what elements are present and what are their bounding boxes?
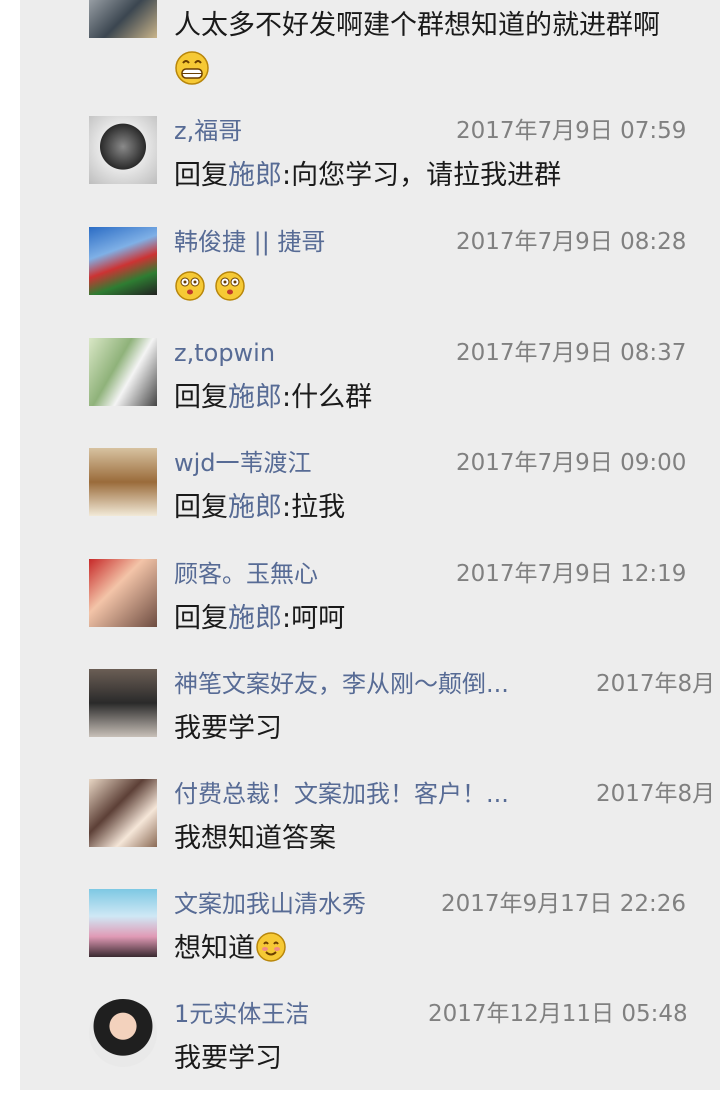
comment-text: 想知道 bbox=[174, 931, 287, 967]
comment-text: 我想知道答案 bbox=[174, 823, 336, 854]
comment-item: 神笔文案好友，李从刚～颠倒... 2017年8月 我要学习 bbox=[20, 669, 720, 779]
smile-emoji-icon bbox=[255, 931, 287, 963]
comment-time: 2017年7月9日 07:59 bbox=[456, 118, 687, 144]
dizzy-face-emoji-icon bbox=[174, 269, 254, 307]
mention-link[interactable]: 施郎 bbox=[228, 492, 282, 523]
avatar[interactable] bbox=[89, 0, 157, 38]
avatar[interactable] bbox=[89, 669, 157, 737]
mention-link[interactable]: 施郎 bbox=[228, 382, 282, 413]
comment-text: 人太多不好发啊建个群想知道的就进群啊 bbox=[174, 10, 660, 41]
avatar[interactable] bbox=[89, 779, 157, 847]
grin-emoji-icon bbox=[174, 50, 210, 90]
comment-text: 回复施郎:呵呵 bbox=[174, 603, 346, 634]
comment-item: 文案加我山清水秀 2017年9月17日 22:26 想知道 bbox=[20, 889, 720, 999]
comment-time: 2017年7月9日 09:00 bbox=[456, 450, 687, 476]
comment-item: 韩俊捷 || 捷哥 2017年7月9日 08:28 bbox=[20, 227, 720, 337]
comment-item: z,topwin 2017年7月9日 08:37 回复施郎:什么群 bbox=[20, 338, 720, 448]
mention-link[interactable]: 施郎 bbox=[228, 160, 282, 191]
comment-time: 2017年7月9日 08:37 bbox=[456, 340, 687, 366]
comment-time: 2017年7月9日 08:28 bbox=[456, 229, 687, 255]
comment-text: 回复施郎:拉我 bbox=[174, 492, 346, 523]
avatar[interactable] bbox=[89, 227, 157, 295]
commenter-name[interactable]: 付费总裁！文案加我！客户！... bbox=[174, 779, 554, 809]
avatar[interactable] bbox=[89, 338, 157, 406]
mention-link[interactable]: 施郎 bbox=[228, 603, 282, 634]
avatar[interactable] bbox=[89, 999, 157, 1067]
avatar[interactable] bbox=[89, 116, 157, 184]
comment-time: 2017年9月17日 22:26 bbox=[441, 891, 687, 917]
comment-text: 我要学习 bbox=[174, 1043, 282, 1074]
comment-time: 2017年12月11日 05:48 bbox=[428, 1001, 688, 1027]
comment-text: 我要学习 bbox=[174, 713, 282, 744]
comment-time: 2017年8月 bbox=[596, 781, 716, 807]
comment-item: 顾客。玉無心 2017年7月9日 12:19 回复施郎:呵呵 bbox=[20, 559, 720, 669]
comment-text: 回复施郎:向您学习，请拉我进群 bbox=[174, 160, 562, 191]
comment-item: z,福哥 2017年7月9日 07:59 回复施郎:向您学习，请拉我进群 bbox=[20, 116, 720, 226]
comment-item: 1元实体王洁 2017年12月11日 05:48 我要学习 bbox=[20, 999, 720, 1093]
comment-text: 回复施郎:什么群 bbox=[174, 382, 373, 413]
comment-time: 2017年7月9日 12:19 bbox=[456, 561, 687, 587]
comment-item: 付费总裁！文案加我！客户！... 2017年8月 我想知道答案 bbox=[20, 779, 720, 889]
avatar[interactable] bbox=[89, 559, 157, 627]
comment-item: wjd一苇渡江 2017年7月9日 09:00 回复施郎:拉我 bbox=[20, 448, 720, 558]
avatar[interactable] bbox=[89, 889, 157, 957]
comment-list: 人太多不好发啊建个群想知道的就进群啊 z,福哥 2017年7月9日 07:59 … bbox=[20, 0, 720, 1093]
comment-item: 人太多不好发啊建个群想知道的就进群啊 bbox=[20, 0, 720, 110]
comment-time: 2017年8月 bbox=[596, 671, 716, 697]
avatar[interactable] bbox=[89, 448, 157, 516]
commenter-name[interactable]: 神笔文案好友，李从刚～颠倒... bbox=[174, 669, 554, 699]
